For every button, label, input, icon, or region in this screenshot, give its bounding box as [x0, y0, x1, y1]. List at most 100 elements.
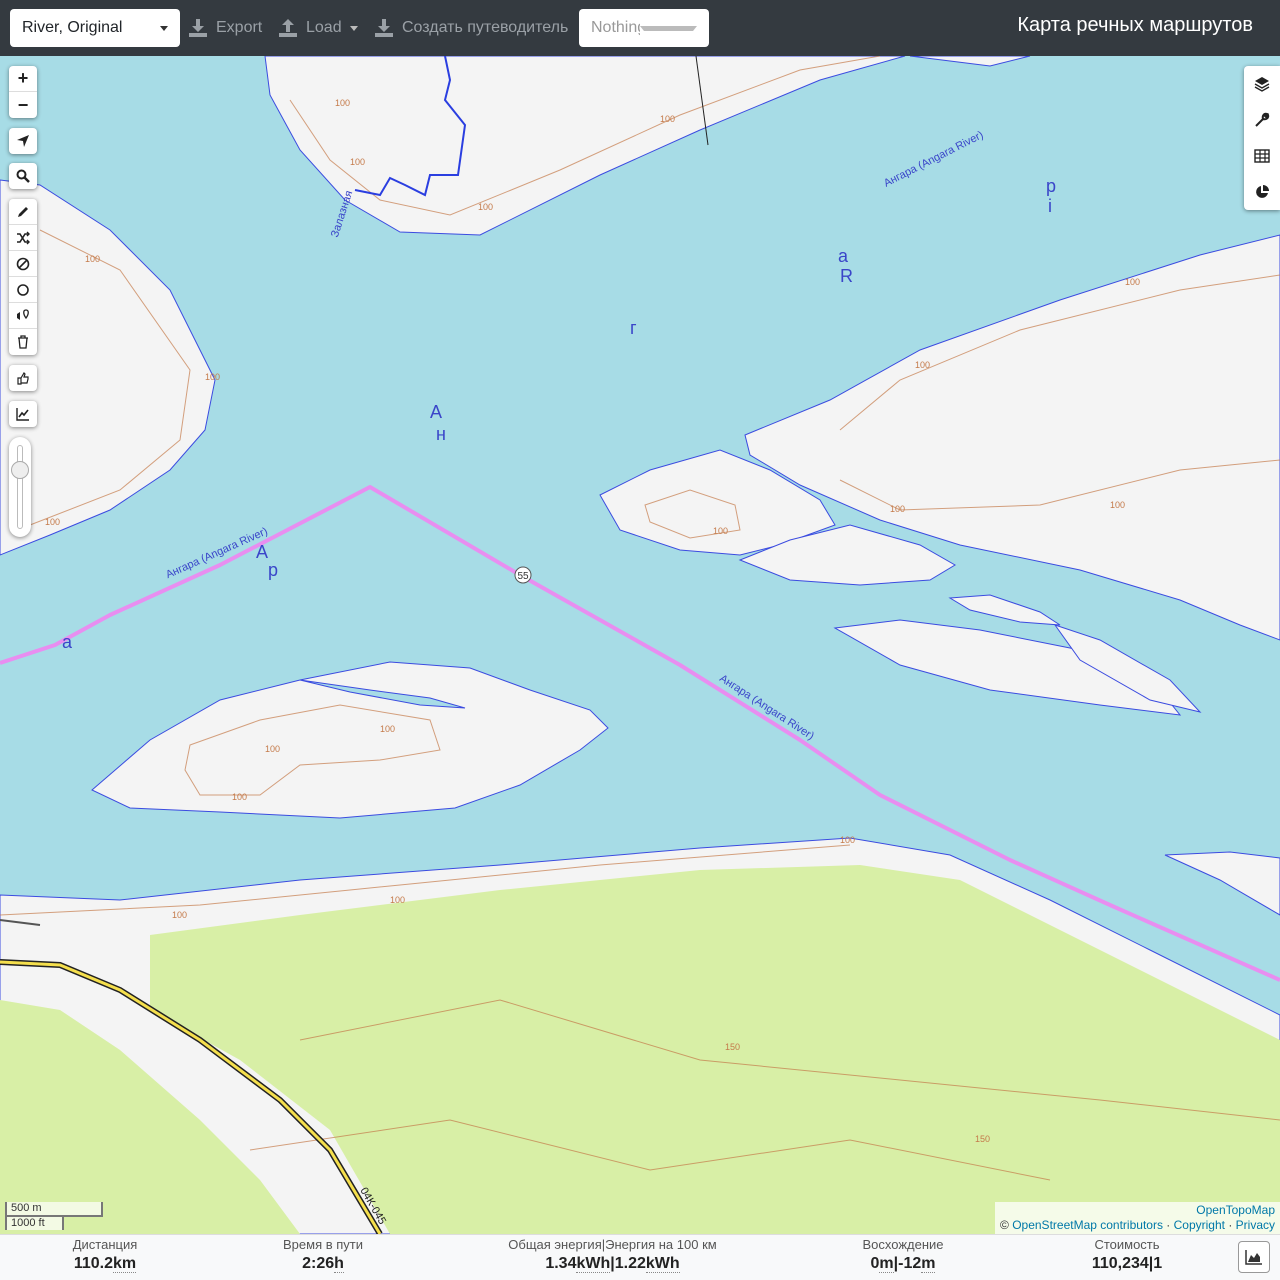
- delete-route-icon: [16, 257, 30, 270]
- locate-control: [9, 128, 37, 154]
- energy-unit[interactable]: kWh: [645, 1255, 680, 1273]
- elevation-chart-button[interactable]: [9, 401, 37, 427]
- locate-icon: [17, 135, 29, 147]
- osm-link[interactable]: OpenStreetMap contributors: [1012, 1218, 1163, 1232]
- trash-icon: [18, 335, 28, 349]
- contour-label: 150: [975, 1134, 990, 1144]
- contour-label: 100: [660, 114, 675, 124]
- draw-route-button[interactable]: [9, 199, 37, 225]
- map-view[interactable]: 55 Ангара (Angara River) Ангара (Angara …: [0, 56, 1280, 1234]
- hand-icon: [17, 372, 29, 385]
- opentopomap-link[interactable]: OpenTopoMap: [1000, 1203, 1275, 1218]
- distance-stat: Дистанция 110.2km: [40, 1237, 170, 1275]
- time-label: Время в пути: [283, 1237, 363, 1252]
- upload-icon: [279, 19, 297, 37]
- contour-label: 100: [335, 98, 350, 108]
- route-stats-footer: Дистанция 110.2km Время в пути 2:26h Общ…: [0, 1234, 1280, 1280]
- chevron-down-icon: [640, 25, 697, 31]
- attribution-separator: ·: [1224, 1218, 1236, 1232]
- chart-icon: [16, 408, 29, 421]
- route-marker-label: 55: [517, 571, 529, 582]
- distance-unit[interactable]: km: [113, 1255, 137, 1273]
- zoom-out-button[interactable]: −: [9, 92, 37, 118]
- privacy-link[interactable]: Privacy: [1236, 1218, 1275, 1232]
- search-button[interactable]: [9, 163, 37, 189]
- attribution-separator: ·: [1162, 1218, 1174, 1232]
- reverse-route-button[interactable]: [9, 225, 37, 251]
- draw-icon: [18, 206, 28, 217]
- contour-label: 100: [1110, 500, 1125, 510]
- time-value: 2:26: [302, 1255, 335, 1272]
- descent-value: -12: [898, 1255, 922, 1272]
- energy-stat: Общая энергия|Энергия на 100 км 1.34kWh|…: [490, 1237, 735, 1275]
- cost-value: 110,234|1: [1091, 1255, 1163, 1272]
- create-guide-button[interactable]: Создать путеводитель: [374, 9, 568, 47]
- wrench-icon: [1255, 112, 1270, 127]
- distance-value: 110.2: [73, 1255, 114, 1272]
- settings-button[interactable]: [1244, 102, 1280, 138]
- contour-label: 100: [45, 517, 60, 527]
- time-unit[interactable]: h: [334, 1255, 344, 1273]
- attribution-prefix: ©: [1000, 1218, 1013, 1232]
- river-letter: А: [256, 542, 268, 562]
- elevation-chart-toggle[interactable]: [1238, 1241, 1270, 1273]
- delete-route-button[interactable]: [9, 251, 37, 277]
- selection-dropdown-value: Nothing selected: [591, 19, 640, 36]
- trash-button[interactable]: [9, 329, 37, 355]
- ascent-unit[interactable]: m: [879, 1255, 894, 1273]
- table-button[interactable]: [1244, 138, 1280, 174]
- contour-label: 100: [265, 744, 280, 754]
- contour-label: 100: [390, 895, 405, 905]
- poi-button[interactable]: [9, 303, 37, 329]
- contour-label: 100: [890, 504, 905, 514]
- profile-select-value: River, Original: [22, 19, 123, 36]
- slider-track: [17, 445, 23, 529]
- zoom-control: + −: [9, 66, 37, 118]
- distance-label: Дистанция: [72, 1237, 138, 1252]
- river-letter: А: [430, 402, 442, 422]
- copyright-link[interactable]: Copyright: [1174, 1218, 1225, 1232]
- river-letter: н: [436, 424, 446, 444]
- locate-button[interactable]: [9, 128, 37, 154]
- export-label: Export: [216, 19, 263, 36]
- contour-label: 100: [350, 157, 365, 167]
- scale-imperial: 1000 ft: [5, 1215, 64, 1230]
- search-control: [9, 163, 37, 189]
- pie-chart-icon: [1256, 185, 1269, 198]
- hand-button[interactable]: [9, 365, 37, 391]
- top-navbar: River, Original Export Load Создать путе…: [0, 0, 1280, 56]
- area-chart-icon: [1245, 1250, 1262, 1265]
- download-icon: [375, 19, 393, 37]
- energy-total-value: 1.34: [545, 1255, 577, 1272]
- draw-toolbar: [9, 199, 37, 355]
- river-letter: R: [840, 266, 853, 286]
- contour-label: 100: [915, 360, 930, 370]
- contour-label: 100: [478, 202, 493, 212]
- profile-select[interactable]: River, Original: [10, 9, 180, 47]
- search-icon: [16, 169, 30, 183]
- contour-label: 100: [713, 526, 728, 536]
- load-label: Load: [306, 19, 342, 36]
- table-icon: [1254, 149, 1270, 163]
- ascent-stat: Восхождение 0m|-12m: [838, 1237, 968, 1275]
- river-letter: р: [268, 560, 278, 580]
- circle-button[interactable]: [9, 277, 37, 303]
- export-button[interactable]: Export: [188, 9, 262, 47]
- slider-handle[interactable]: [11, 461, 29, 479]
- chevron-down-icon: [160, 25, 168, 31]
- opacity-slider[interactable]: [9, 437, 31, 537]
- statistics-button[interactable]: [1244, 174, 1280, 210]
- river-letter: a: [838, 246, 849, 266]
- energy-unit[interactable]: kWh: [576, 1255, 611, 1273]
- time-stat: Время в пути 2:26h: [253, 1237, 393, 1275]
- load-button[interactable]: Load: [278, 9, 358, 47]
- reverse-route-icon: [17, 231, 30, 244]
- energy-per-100-value: 1.22: [614, 1255, 646, 1272]
- zoom-in-button[interactable]: +: [9, 66, 37, 92]
- river-letter: i: [1048, 196, 1052, 216]
- contour-label: 100: [205, 372, 220, 382]
- layers-button[interactable]: [1244, 66, 1280, 102]
- river-letter: г: [630, 318, 637, 338]
- descent-unit[interactable]: m: [921, 1255, 936, 1273]
- selection-dropdown[interactable]: Nothing selected: [579, 9, 709, 47]
